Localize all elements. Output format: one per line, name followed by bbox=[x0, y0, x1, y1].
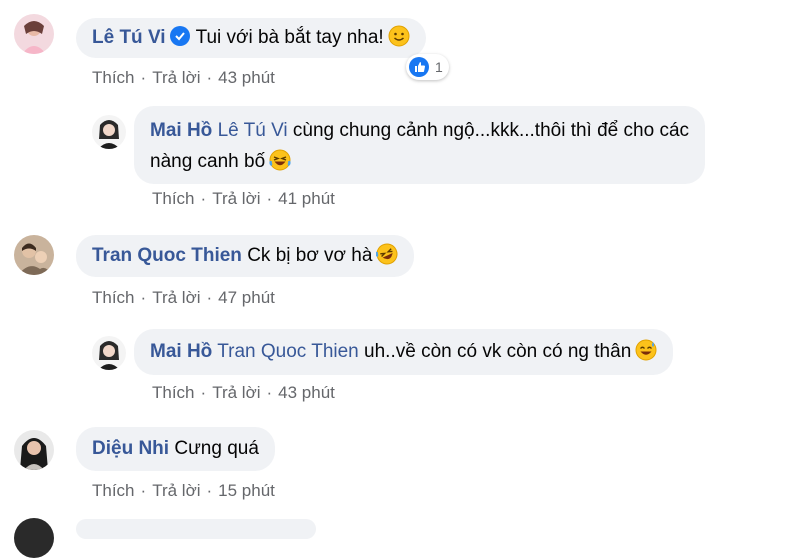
laughing-tears-emoji-icon bbox=[269, 149, 291, 181]
comment-text-line1: cùng chung cảnh ngộ...kkk...thôi thì để … bbox=[292, 120, 690, 141]
separator-dot: · bbox=[200, 383, 207, 402]
like-link[interactable]: Thích bbox=[92, 288, 135, 307]
like-link[interactable]: Thích bbox=[152, 189, 195, 208]
verified-badge-icon bbox=[169, 26, 190, 46]
comment-actions: Thích · Trả lời · 15 phút bbox=[92, 481, 275, 501]
avatar[interactable] bbox=[14, 518, 54, 558]
comment-text-line2: nàng canh bố bbox=[150, 151, 266, 172]
comment-author[interactable]: Diệu Nhi bbox=[92, 438, 169, 459]
comment-bubble: Diệu Nhi Cưng quá bbox=[76, 427, 275, 471]
reply-link[interactable]: Trả lời bbox=[212, 189, 260, 208]
separator-dot: · bbox=[206, 481, 213, 500]
reaction-count-text: 1 bbox=[435, 59, 443, 75]
avatar[interactable] bbox=[92, 336, 126, 370]
comment-author[interactable]: Mai Hồ bbox=[150, 341, 212, 362]
comment-author[interactable]: Lê Tú Vi bbox=[92, 27, 166, 48]
like-link[interactable]: Thích bbox=[152, 383, 195, 402]
comment-time[interactable]: 43 phút bbox=[278, 383, 335, 402]
comment-author[interactable]: Tran Quoc Thien bbox=[92, 245, 242, 266]
comment-author[interactable]: Mai Hồ bbox=[150, 120, 212, 141]
reply-link[interactable]: Trả lời bbox=[152, 68, 200, 87]
comment-text: Tui với bà bắt tay nha! bbox=[195, 27, 384, 48]
separator-dot: · bbox=[266, 383, 273, 402]
avatar[interactable] bbox=[14, 14, 54, 54]
avatar[interactable] bbox=[14, 235, 54, 275]
like-link[interactable]: Thích bbox=[92, 68, 135, 87]
avatar[interactable] bbox=[92, 115, 126, 149]
rolling-laughing-emoji-icon bbox=[375, 243, 398, 274]
comment-bubble bbox=[76, 519, 316, 539]
avatar[interactable] bbox=[14, 430, 54, 470]
reply-link[interactable]: Trả lời bbox=[152, 288, 200, 307]
sweat-smile-emoji-icon bbox=[635, 339, 657, 370]
separator-dot: · bbox=[140, 288, 147, 307]
comment-text: Cưng quá bbox=[174, 438, 259, 459]
comment-bubble: Lê Tú Vi Tui với bà bắt tay nha! bbox=[76, 18, 426, 58]
separator-dot: · bbox=[140, 481, 147, 500]
comment-actions: Thích · Trả lời · 41 phút bbox=[152, 189, 335, 209]
separator-dot: · bbox=[206, 288, 213, 307]
separator-dot: · bbox=[206, 68, 213, 87]
comment-actions: Thích · Trả lời · 43 phút bbox=[92, 68, 275, 88]
like-icon bbox=[409, 57, 429, 77]
comment-bubble: Mai Hồ Tran Quoc Thien uh..về còn có vk … bbox=[134, 329, 674, 375]
comment-time[interactable]: 43 phút bbox=[218, 68, 275, 87]
comment-time[interactable]: 15 phút bbox=[218, 481, 275, 500]
comment-bubble: Tran Quoc Thien Ck bị bơ vơ hà bbox=[76, 235, 415, 277]
comment-text: Ck bị bơ vơ hà bbox=[247, 245, 373, 266]
reply-link[interactable]: Trả lời bbox=[212, 383, 260, 402]
comment-actions: Thích · Trả lời · 43 phút bbox=[152, 383, 335, 403]
separator-dot: · bbox=[200, 189, 207, 208]
mention-tag[interactable]: Tran Quoc Thien bbox=[217, 341, 359, 362]
comment-time[interactable]: 47 phút bbox=[218, 288, 275, 307]
reply-link[interactable]: Trả lời bbox=[152, 481, 200, 500]
comment-actions: Thích · Trả lời · 47 phút bbox=[92, 288, 275, 308]
slightly-smiling-emoji-icon bbox=[388, 25, 410, 56]
separator-dot: · bbox=[140, 68, 147, 87]
separator-dot: · bbox=[266, 189, 273, 208]
mention-tag[interactable]: Lê Tú Vi bbox=[218, 120, 288, 141]
like-link[interactable]: Thích bbox=[92, 481, 135, 500]
comment-text: uh..về còn có vk còn có ng thân bbox=[364, 341, 632, 362]
reaction-count[interactable]: 1 bbox=[406, 54, 449, 80]
comment-time[interactable]: 41 phút bbox=[278, 189, 335, 208]
comment-bubble: Mai Hồ Lê Tú Vi cùng chung cảnh ngộ...kk… bbox=[134, 106, 706, 184]
